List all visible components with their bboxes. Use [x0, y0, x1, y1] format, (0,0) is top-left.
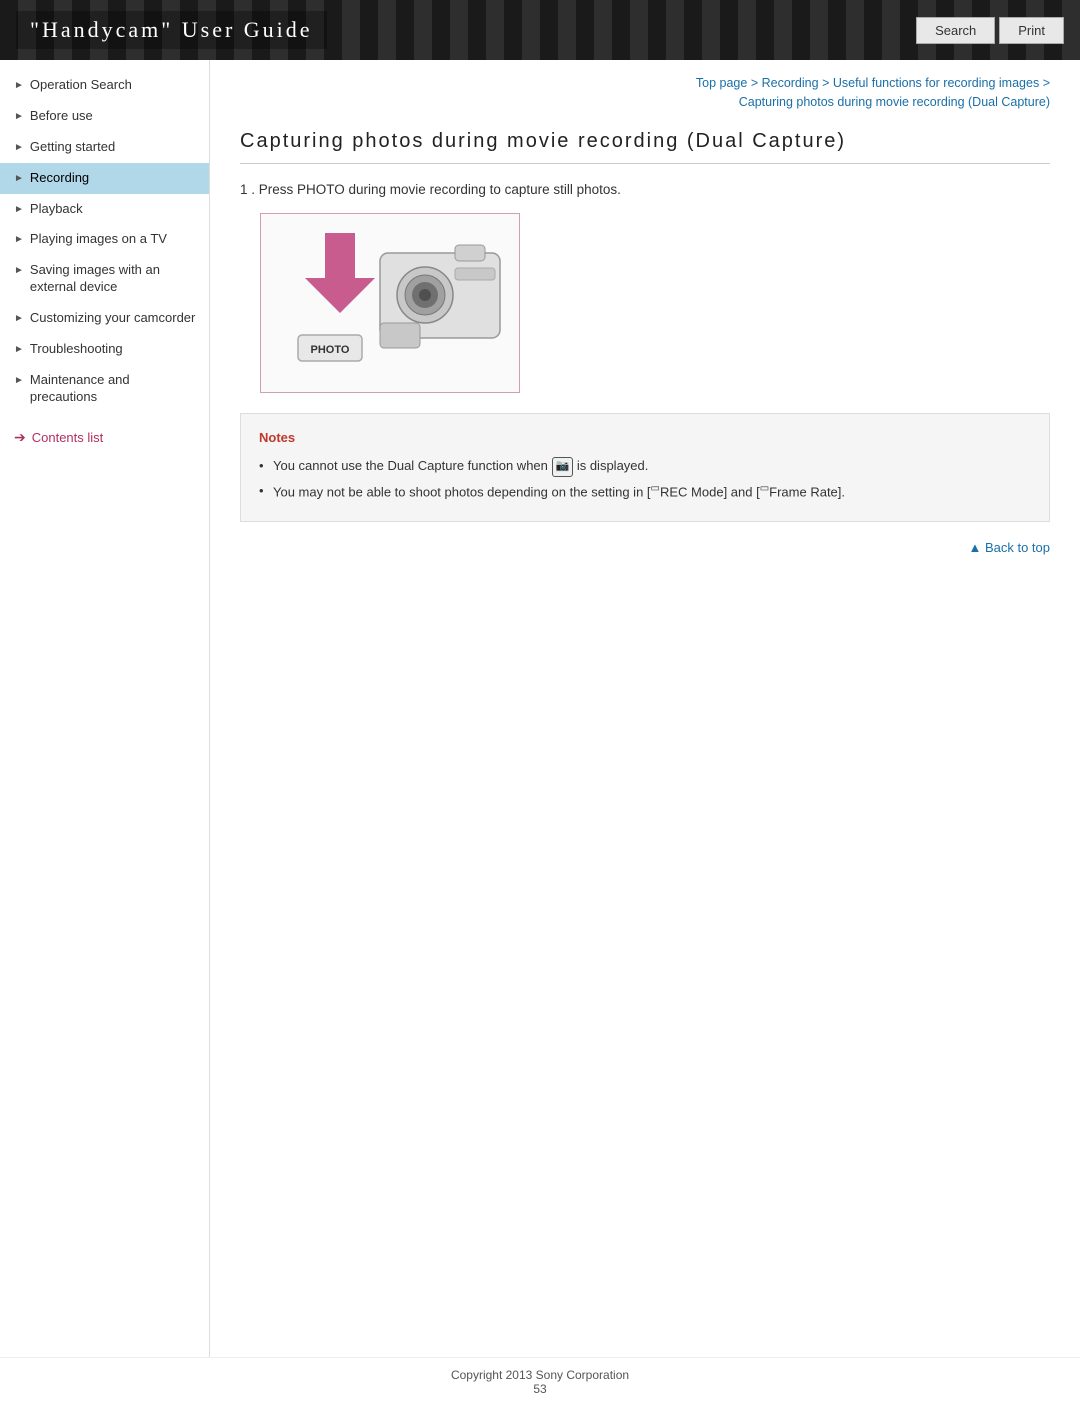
copyright-text: Copyright 2013 Sony Corporation: [451, 1368, 629, 1382]
notes-item-2: You may not be able to shoot photos depe…: [259, 481, 1031, 503]
sidebar-item-maintenance[interactable]: ► Maintenance and precautions: [0, 365, 209, 413]
camera-mode-icon: 📷: [552, 457, 574, 477]
chevron-right-icon: ►: [14, 264, 24, 277]
search-button[interactable]: Search: [916, 17, 995, 44]
sidebar-item-operation-search[interactable]: ► Operation Search: [0, 70, 209, 101]
chevron-right-icon: ►: [14, 79, 24, 92]
breadcrumb: Top page > Recording > Useful functions …: [240, 74, 1050, 112]
notes-list: You cannot use the Dual Capture function…: [259, 456, 1031, 503]
notes-title: Notes: [259, 428, 1031, 449]
back-to-top-link[interactable]: ▲ Back to top: [240, 540, 1050, 555]
notes-item-1: You cannot use the Dual Capture function…: [259, 456, 1031, 477]
chevron-right-icon: ►: [14, 343, 24, 356]
breadcrumb-useful-functions[interactable]: Useful functions for recording images: [833, 76, 1039, 90]
page-header: "Handycam" User Guide Search Print: [0, 0, 1080, 60]
site-title: "Handycam" User Guide: [16, 11, 327, 49]
sidebar-item-before-use[interactable]: ► Before use: [0, 101, 209, 132]
chevron-right-icon: ►: [14, 374, 24, 387]
sidebar: ► Operation Search ► Before use ► Gettin…: [0, 60, 210, 1357]
page-title: Capturing photos during movie recording …: [240, 130, 1050, 164]
main-layout: ► Operation Search ► Before use ► Gettin…: [0, 60, 1080, 1357]
arrow-right-icon: ➔: [14, 429, 26, 446]
sidebar-item-troubleshooting[interactable]: ► Troubleshooting: [0, 334, 209, 365]
breadcrumb-recording[interactable]: Recording: [762, 76, 819, 90]
sidebar-item-saving-images[interactable]: ► Saving images with an external device: [0, 255, 209, 303]
camera-illustration: PHOTO: [260, 213, 520, 393]
print-button[interactable]: Print: [999, 17, 1064, 44]
svg-text:PHOTO: PHOTO: [311, 344, 350, 356]
sidebar-item-recording[interactable]: ► Recording: [0, 163, 209, 194]
sidebar-item-getting-started[interactable]: ► Getting started: [0, 132, 209, 163]
notes-box: Notes You cannot use the Dual Capture fu…: [240, 413, 1050, 523]
page-footer: Copyright 2013 Sony Corporation 53: [0, 1357, 1080, 1406]
chevron-right-icon: ►: [14, 312, 24, 325]
chevron-right-icon: ►: [14, 110, 24, 123]
sidebar-item-customizing[interactable]: ► Customizing your camcorder: [0, 303, 209, 334]
sidebar-item-playback[interactable]: ► Playback: [0, 194, 209, 225]
chevron-right-icon: ►: [14, 172, 24, 185]
step-1-text: 1 . Press PHOTO during movie recording t…: [240, 182, 1050, 197]
camera-diagram: PHOTO: [261, 214, 519, 392]
chevron-right-icon: ►: [14, 141, 24, 154]
header-actions: Search Print: [916, 17, 1064, 44]
breadcrumb-current-page[interactable]: Capturing photos during movie recording …: [739, 95, 1050, 109]
chevron-right-icon: ►: [14, 203, 24, 216]
breadcrumb-top-page[interactable]: Top page: [696, 76, 747, 90]
main-content: Top page > Recording > Useful functions …: [210, 60, 1080, 1357]
sidebar-item-playing-images-tv[interactable]: ► Playing images on a TV: [0, 224, 209, 255]
contents-list-link[interactable]: ➔ Contents list: [0, 419, 209, 456]
page-number: 53: [533, 1382, 546, 1396]
chevron-right-icon: ►: [14, 233, 24, 246]
